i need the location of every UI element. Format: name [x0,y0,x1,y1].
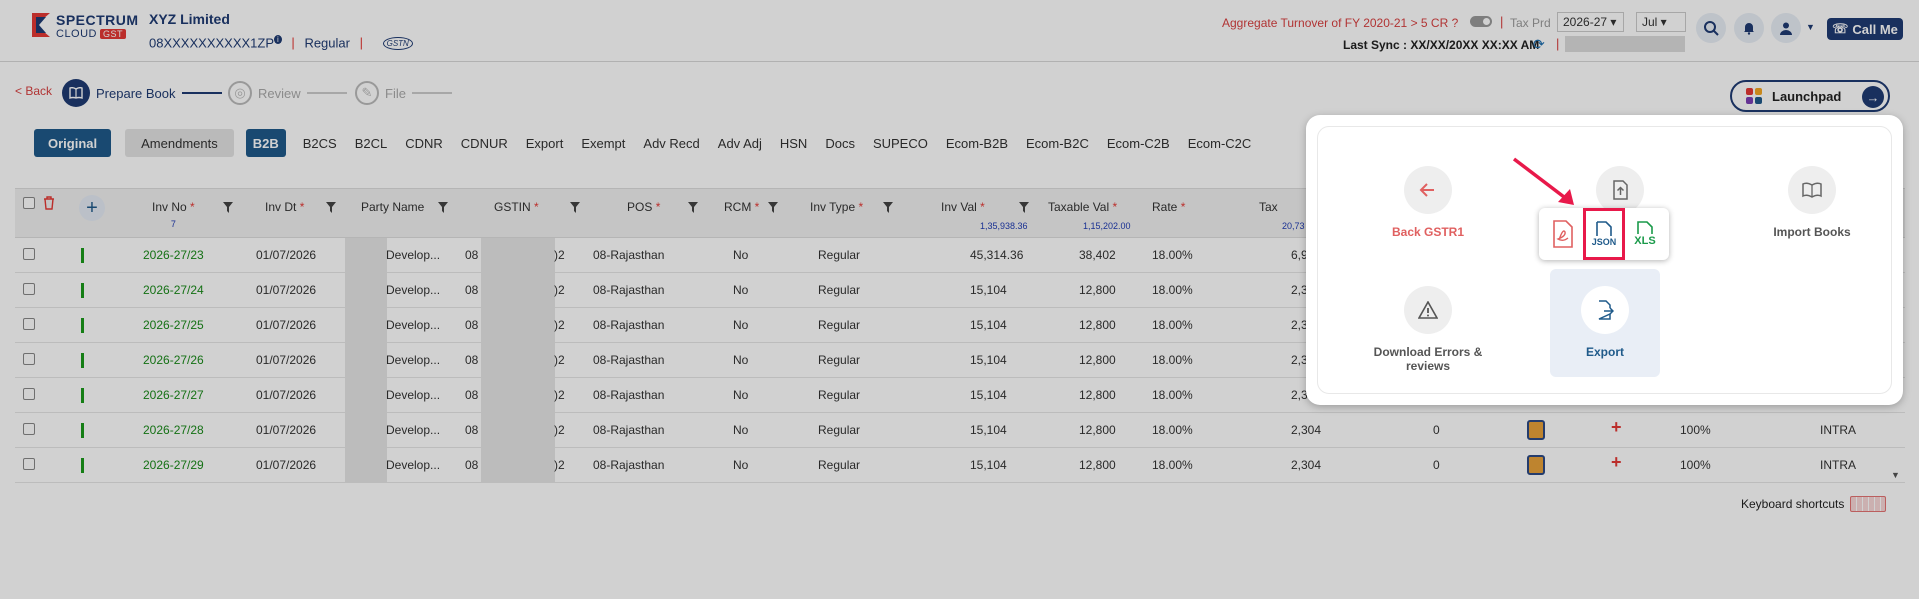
export-xls-button[interactable]: XLS [1629,216,1661,252]
pdf-icon [1553,220,1573,248]
option-label: Export [1585,345,1624,359]
open-book-icon [1788,166,1836,214]
xls-label: XLS [1634,235,1656,247]
option-label: Back GSTR1 [1391,225,1465,239]
export-pdf-button[interactable] [1547,216,1579,252]
export-format-menu: JSON XLS [1539,208,1669,260]
warning-triangle-icon [1404,286,1452,334]
json-file-icon [1596,221,1612,236]
back-gstr1-option[interactable]: Back GSTR1 [1373,166,1483,239]
launchpad-popover: Back GSTR1 Import Books Download Errors … [1306,115,1903,405]
json-label: JSON [1591,237,1617,247]
export-file-icon [1581,286,1629,334]
option-label: Import Books [1773,225,1851,239]
file-upload-icon [1596,166,1644,214]
option-label: Download Errors & reviews [1373,345,1483,373]
import-books-option[interactable]: Import Books [1757,166,1867,239]
xls-file-icon [1637,221,1653,234]
download-errors-option[interactable]: Download Errors & reviews [1373,286,1483,373]
export-option[interactable]: Export [1550,269,1660,377]
annotation-arrow-icon [1512,157,1574,205]
export-json-button[interactable]: JSON [1583,208,1625,260]
arrow-left-icon [1404,166,1452,214]
